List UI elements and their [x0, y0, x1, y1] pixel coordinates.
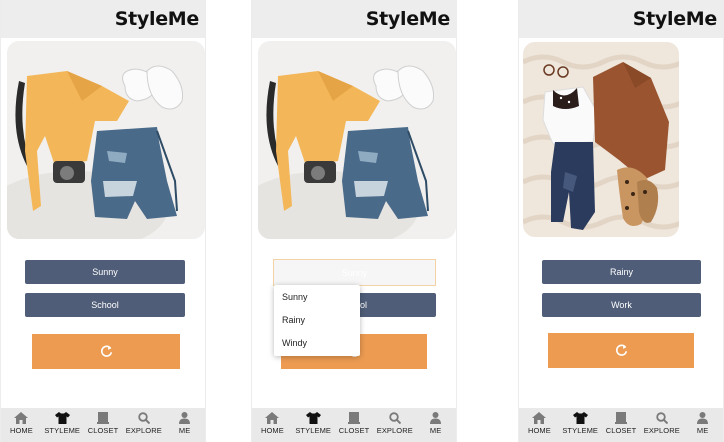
weather-select[interactable]: Sunny — [25, 260, 185, 284]
person-icon — [697, 412, 709, 424]
tab-me[interactable]: ME — [164, 408, 205, 442]
closet-icon — [347, 412, 360, 424]
tab-styleme[interactable]: STYLEME — [293, 408, 334, 442]
tab-closet-label: CLOSET — [338, 426, 370, 435]
tab-explore[interactable]: EXPLORE — [123, 408, 164, 442]
tab-bar: HOME STYLEME CLOSET EXPLORE ME — [519, 408, 723, 442]
tshirt-icon — [305, 412, 321, 424]
tab-styleme-label: STYLEME — [562, 426, 599, 435]
tab-home-label: HOME — [9, 426, 33, 435]
refresh-icon — [100, 345, 112, 357]
dropdown-option-rainy[interactable]: Rainy — [282, 315, 305, 325]
tab-bar: HOME STYLEME CLOSET EXPLORE ME — [252, 408, 456, 442]
phone-screen-weather-dropdown: StyleMe Sunny ol Sunny Rainy Windy HOME … — [251, 0, 457, 442]
weather-dropdown-menu: Sunny Rainy Windy — [274, 285, 360, 356]
app-header: StyleMe — [1, 0, 205, 38]
refresh-button[interactable] — [32, 334, 180, 369]
tshirt-icon — [572, 412, 588, 424]
tab-bar: HOME STYLEME CLOSET EXPLORE ME — [1, 408, 205, 442]
tab-me[interactable]: ME — [415, 408, 456, 442]
tab-explore[interactable]: EXPLORE — [641, 408, 682, 442]
occasion-select[interactable]: Work — [542, 293, 701, 317]
person-icon — [430, 412, 442, 424]
home-icon — [532, 412, 547, 424]
tab-closet[interactable]: CLOSET — [83, 408, 124, 442]
occasion-select[interactable]: School — [25, 293, 185, 317]
tab-styleme-label: STYLEME — [44, 426, 81, 435]
tab-me-label: ME — [178, 426, 191, 435]
closet-icon — [614, 412, 627, 424]
app-title: StyleMe — [632, 8, 718, 30]
phone-screen-sunny-school: StyleMe Sunny School HOME STYLEME CLOSET… — [0, 0, 206, 442]
tab-closet[interactable]: CLOSET — [601, 408, 642, 442]
tab-explore[interactable]: EXPLORE — [374, 408, 415, 442]
refresh-icon — [615, 344, 627, 356]
weather-select-open[interactable]: Sunny — [273, 259, 436, 286]
tab-styleme-label: STYLEME — [295, 426, 332, 435]
tab-home-label: HOME — [260, 426, 284, 435]
weather-select[interactable]: Rainy — [542, 260, 701, 284]
outfit-photo — [523, 42, 679, 237]
occasion-select-label: ol — [359, 300, 367, 310]
outfit-photo — [258, 41, 456, 239]
tab-me-label: ME — [696, 426, 709, 435]
tab-explore-label: EXPLORE — [125, 426, 162, 435]
tab-closet-label: CLOSET — [87, 426, 119, 435]
tab-me[interactable]: ME — [682, 408, 723, 442]
dropdown-option-windy[interactable]: Windy — [282, 338, 307, 348]
app-header: StyleMe — [519, 0, 723, 38]
tab-home-label: HOME — [527, 426, 551, 435]
tshirt-icon — [54, 412, 70, 424]
tab-me-label: ME — [429, 426, 442, 435]
tab-explore-label: EXPLORE — [376, 426, 413, 435]
person-icon — [179, 412, 191, 424]
tab-home[interactable]: HOME — [519, 408, 560, 442]
closet-icon — [96, 412, 109, 424]
phone-screen-rainy-work: StyleMe Rainy Work HOME STYLEME CLOSET E… — [518, 0, 724, 442]
tab-closet-label: CLOSET — [605, 426, 637, 435]
app-header: StyleMe — [252, 0, 456, 38]
app-title: StyleMe — [114, 8, 200, 30]
search-icon — [656, 412, 668, 424]
home-icon — [265, 412, 280, 424]
tab-styleme[interactable]: STYLEME — [560, 408, 601, 442]
dropdown-option-sunny[interactable]: Sunny — [282, 292, 308, 302]
tab-closet[interactable]: CLOSET — [334, 408, 375, 442]
refresh-button[interactable] — [548, 333, 694, 368]
search-icon — [138, 412, 150, 424]
app-title: StyleMe — [365, 8, 451, 30]
home-icon — [14, 412, 29, 424]
search-icon — [389, 412, 401, 424]
outfit-photo — [7, 41, 205, 239]
tab-styleme[interactable]: STYLEME — [42, 408, 83, 442]
tab-explore-label: EXPLORE — [643, 426, 680, 435]
tab-home[interactable]: HOME — [1, 408, 42, 442]
tab-home[interactable]: HOME — [252, 408, 293, 442]
